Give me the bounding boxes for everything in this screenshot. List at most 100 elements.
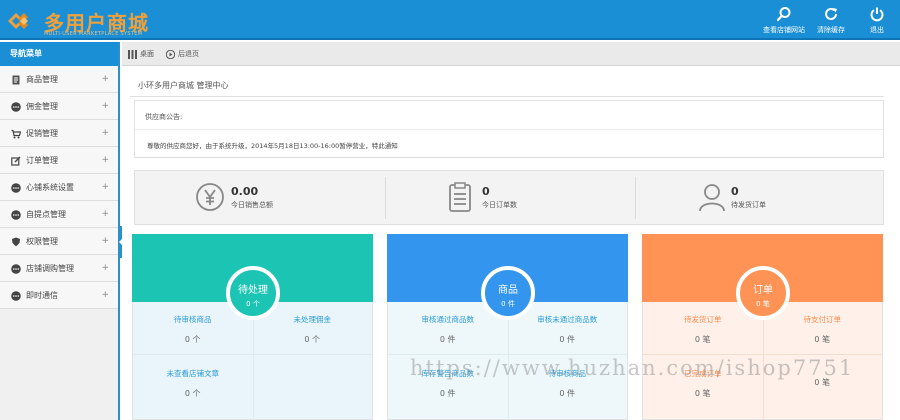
sidebar-item-pickup[interactable]: 自提点管理 + <box>0 201 118 228</box>
plus-icon: + <box>101 128 109 138</box>
card-title: 商品 <box>498 285 518 296</box>
view-store-label: 查看店铺网站 <box>763 26 805 34</box>
card-pending: 待审核商品 0 个 未处理佣金 0 个 未查看店铺文章 0 个 待处理 0 个 <box>132 234 373 420</box>
edit-icon <box>11 156 21 166</box>
cell-link[interactable]: 未查看店铺文章 <box>133 368 253 379</box>
page-title: 小环多用户商城 管理中心 <box>138 81 229 90</box>
desktop-button[interactable]: 桌面 <box>128 42 154 66</box>
cell-pending-goods: 待审核商品 0 个 <box>133 314 253 345</box>
sidebar-item-label: 店铺调购管理 <box>26 264 74 273</box>
play-icon <box>165 49 176 59</box>
sidebar-item-im[interactable]: 即时通信 + <box>0 282 118 309</box>
dots-icon <box>11 183 21 193</box>
card-title: 订单 <box>753 285 773 296</box>
plus-icon: + <box>101 263 109 273</box>
cell-link[interactable]: 审核通过商品数 <box>388 314 508 325</box>
logo-mark-icon <box>8 13 32 29</box>
clear-cache-button[interactable]: 清除缓存 <box>810 6 852 36</box>
sidebar-item-goods[interactable]: 商品管理 + <box>0 66 118 93</box>
stat-value: 0 <box>731 185 739 198</box>
plus-icon: + <box>101 290 109 300</box>
cart-icon <box>11 129 21 139</box>
stat-today-sales: 0.00 今日销售总额 <box>135 171 385 226</box>
power-icon <box>870 7 884 22</box>
plus-icon: + <box>101 74 109 84</box>
logout-label: 退出 <box>870 26 884 34</box>
cell-unread-articles: 未查看店铺文章 0 个 <box>133 368 253 399</box>
sidebar-item-orders[interactable]: 订单管理 + <box>0 147 118 174</box>
cell-link[interactable]: 未处理佣金 <box>253 314 373 325</box>
cell-link[interactable]: 待支付订单 <box>763 314 883 325</box>
sidebar-item-label: 促销管理 <box>26 129 58 138</box>
divider <box>130 96 884 97</box>
logout-button[interactable]: 退出 <box>862 6 892 36</box>
watermark: https://www.huzhan.com/ishop7751 <box>410 356 855 380</box>
cell-value: 0 个 <box>184 335 201 344</box>
stat-caption: 今日销售总额 <box>231 201 273 209</box>
cell-value: 0 个 <box>184 389 201 398</box>
refresh-icon <box>825 7 837 20</box>
sidebar-item-promotion[interactable]: 促销管理 + <box>0 120 118 147</box>
stat-value: 0.00 <box>231 185 259 198</box>
plus-icon: + <box>101 209 109 219</box>
divider <box>133 354 372 355</box>
cell-to-pay: 待支付订单 0 笔 <box>763 314 883 345</box>
card-badge: 商品 0 件 <box>481 266 535 320</box>
stat-caption: 今日订单数 <box>482 201 517 209</box>
sidebar: 导航菜单 商品管理 + 佣金管理 + 促销管理 + 订单管理 + 心铺系统设置 … <box>0 42 120 420</box>
cell-value: 0 件 <box>559 335 576 344</box>
toolbar: 桌面 后退页 <box>122 42 900 66</box>
stat-value: 0 <box>482 185 490 198</box>
cell-to-ship: 待发货订单 0 笔 <box>643 314 763 345</box>
sidebar-item-label: 商品管理 <box>26 75 58 84</box>
cell-value: 0 个 <box>304 335 321 344</box>
notice-text: 尊敬的供应商您好，由于系统升级，2014年5月18日13:00-16:00暂停营… <box>147 142 398 150</box>
plus-icon: + <box>101 101 109 111</box>
logo-subtitle: MULTI-USER MARKETPLACE SYSTEM <box>44 31 143 37</box>
search-icon <box>776 7 791 22</box>
dots-icon <box>11 291 21 301</box>
sidebar-item-label: 权限管理 <box>26 237 58 246</box>
plus-icon: + <box>101 155 109 165</box>
cell-link[interactable]: 待发货订单 <box>643 314 763 325</box>
cell-link[interactable]: 待审核商品 <box>133 314 253 325</box>
card-orders: 待发货订单 0 笔 待支付订单 0 笔 已完成订单 0 笔 0 笔 订单 0 笔 <box>642 234 883 420</box>
back-label: 后退页 <box>178 50 199 58</box>
grid-icon <box>128 49 137 59</box>
plus-icon: + <box>101 182 109 192</box>
card-title: 待处理 <box>238 285 268 296</box>
dots-icon <box>11 264 21 274</box>
divider <box>135 129 883 130</box>
card-goods: 审核通过商品数 0 件 审核未通过商品数 0 件 库存警告商品数 0 件 待审核… <box>387 234 628 420</box>
divider <box>643 354 882 355</box>
shield-icon <box>12 237 20 247</box>
card-count: 0 件 <box>501 300 515 308</box>
plus-icon: + <box>101 236 109 246</box>
cell-value: 0 件 <box>559 389 576 398</box>
sidebar-item-purchase[interactable]: 店铺调购管理 + <box>0 255 118 282</box>
view-store-button[interactable]: 查看店铺网站 <box>756 6 812 36</box>
back-button[interactable]: 后退页 <box>165 42 199 66</box>
logo: 多用户商城 MULTI-USER MARKETPLACE SYSTEM <box>4 4 154 38</box>
card-badge: 订单 0 笔 <box>736 266 790 320</box>
dots-icon <box>11 102 21 112</box>
cell-link[interactable]: 审核未通过商品数 <box>508 314 628 325</box>
cell-pending-commission: 未处理佣金 0 个 <box>253 314 373 345</box>
stat-pending-shipment: 0 待发货订单 <box>635 171 885 226</box>
desktop-label: 桌面 <box>140 50 154 58</box>
stat-caption: 待发货订单 <box>731 201 766 209</box>
sidebar-item-label: 即时通信 <box>26 291 58 300</box>
sidebar-item-label: 自提点管理 <box>26 210 66 219</box>
cell-value: 0 笔 <box>694 389 711 398</box>
sidebar-item-commission[interactable]: 佣金管理 + <box>0 93 118 120</box>
cell-value: 0 件 <box>439 335 456 344</box>
clear-cache-label: 清除缓存 <box>817 26 845 34</box>
sidebar-item-permissions[interactable]: 权限管理 + <box>0 228 118 255</box>
yen-icon <box>196 183 224 211</box>
top-header: 多用户商城 MULTI-USER MARKETPLACE SYSTEM 查看店铺… <box>0 0 900 40</box>
notice-label: 供应商公告: <box>145 113 183 121</box>
sidebar-item-store-settings[interactable]: 心铺系统设置 + <box>0 174 118 201</box>
stats-bar: 0.00 今日销售总额 0 今日订单数 0 待发货订单 <box>134 170 884 225</box>
card-count: 0 个 <box>246 300 260 308</box>
cell-approved-goods: 审核通过商品数 0 件 <box>388 314 508 345</box>
